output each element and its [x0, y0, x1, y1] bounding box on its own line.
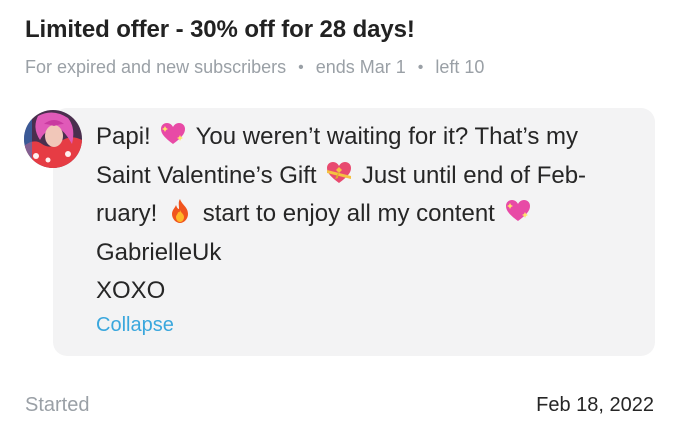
offer-left: left 10: [435, 57, 485, 77]
offer-meta: For expired and new subscribers • ends M…: [25, 57, 484, 78]
message-line: ruary! start to enjoy all my content: [96, 195, 636, 234]
message-line: Papi! You weren’t waiting for it? That’s…: [96, 118, 636, 157]
message-fragment: Saint Valentine’s Gift: [96, 161, 317, 189]
meta-separator: •: [417, 58, 424, 76]
offer-title: Limited offer - 30% off for 28 days!: [25, 16, 415, 43]
message-fragment: Papi!: [96, 123, 151, 150]
message-fragment: start to enjoy all my content: [202, 200, 495, 227]
avatar[interactable]: [24, 110, 82, 168]
offer-ends: ends Mar 1: [315, 57, 406, 77]
message-text: Papi! You weren’t waiting for it? That’s…: [96, 118, 636, 311]
message-fragment: ruary!: [96, 200, 158, 227]
message-fragment: Just until end of Feb-: [361, 161, 587, 189]
collapse-link[interactable]: Collapse: [96, 314, 174, 337]
heart-with-ribbon-icon: [327, 161, 352, 183]
offer-audience: For expired and new subscribers: [25, 57, 287, 77]
message-line: Saint Valentine’s Gift Just until end of…: [96, 157, 636, 196]
message-signoff: XOXO: [96, 277, 166, 304]
avatar-image: [24, 110, 82, 168]
sparkling-heart-icon: [161, 123, 186, 144]
sparkling-heart-icon: [505, 200, 530, 221]
fire-icon: [172, 199, 189, 223]
message-fragment: You weren’t waiting for it? That’s my: [195, 123, 579, 150]
started-date: Feb 18, 2022: [536, 394, 654, 416]
started-label: Started: [25, 394, 90, 416]
meta-separator: •: [298, 58, 304, 76]
message-signature: GabrielleUk: [96, 238, 222, 266]
offer-card: Limited offer - 30% off for 28 days! For…: [0, 0, 680, 436]
